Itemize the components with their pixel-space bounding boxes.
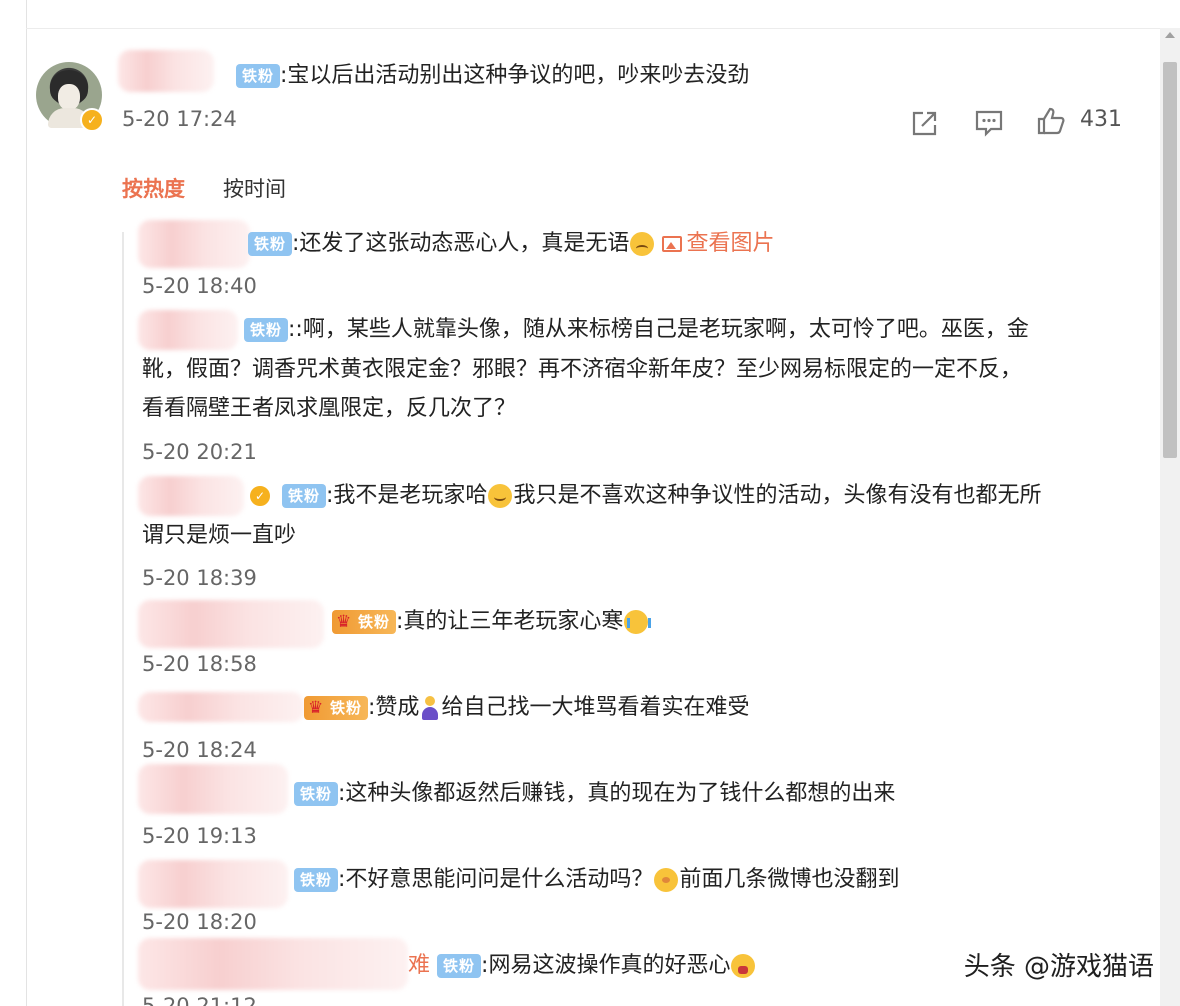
reply-time: 5-20 18:40 <box>142 274 257 298</box>
blurred-username <box>138 600 324 648</box>
sad-face-emoji-icon <box>630 232 655 256</box>
reply-text-part2: 前面几条微博也没翻到 <box>679 867 900 892</box>
main-comment-row: 铁粉:宝以后出活动别出这种争议的吧，吵来吵去没劲 <box>236 62 749 90</box>
view-image-label: 查看图片 <box>686 231 775 256</box>
blush-emoji-icon <box>654 868 679 892</box>
fan-badge[interactable]: 铁粉 <box>236 64 281 88</box>
fan-badge[interactable]: 铁粉 <box>282 484 327 508</box>
scroll-up-arrow-icon[interactable] <box>1165 32 1175 38</box>
tab-sort-hot[interactable]: 按热度 <box>122 177 185 201</box>
reply-text-line3: 看看隔壁王者凤求凰限定，反几次了？ <box>142 396 517 421</box>
reply-text: :网易这波操作真的好恶心 <box>481 953 731 978</box>
reply-text: :这种头像都返然后赚钱，真的现在为了钱什么都想的出来 <box>338 781 896 806</box>
fan-badge[interactable]: 铁粉 <box>437 954 482 978</box>
reply-row: 铁粉:这种头像都返然后赚钱，真的现在为了钱什么都想的出来 <box>294 780 895 808</box>
reply-text-line1: ::啊，某些人就靠头像，随从来标榜自己是老玩家啊，太可怜了吧。巫医，金 <box>288 317 1029 342</box>
fan-badge[interactable]: 铁粉 <box>248 232 293 256</box>
reply-text-line2: 谓只是烦一直吵 <box>142 523 297 548</box>
reply-text-part1: :赞成 <box>368 695 420 720</box>
fan-badge-crown[interactable]: 铁粉 <box>332 610 397 634</box>
reply-text: :还发了这张动态恶心人，真是无语 <box>292 231 630 256</box>
blurred-username <box>138 938 408 990</box>
reply-text-line2: 靴，假面？调香咒术黄衣限定金？邪眼？再不济宿伞新年皮？至少网易标限定的一定不反， <box>142 357 1023 382</box>
verified-badge-icon: ✓ <box>80 108 104 132</box>
reply-text-part2: 我只是不喜欢这种争议性的活动，头像有没有也都无所 <box>513 483 1042 508</box>
panel-top-border <box>26 28 1160 29</box>
blurred-username <box>138 310 238 350</box>
main-comment-text: :宝以后出活动别出这种争议的吧，吵来吵去没劲 <box>280 63 750 88</box>
blurred-username <box>138 220 250 268</box>
reply-thread-line <box>122 232 124 1006</box>
fan-badge-crown[interactable]: 铁粉 <box>304 696 369 720</box>
comment-icon[interactable] <box>974 108 1004 138</box>
smile-emoji-icon <box>488 484 513 508</box>
fan-badge[interactable]: 铁粉 <box>294 868 339 892</box>
reply-text: :真的让三年老玩家心寒 <box>396 609 624 634</box>
avatar-face <box>58 84 80 110</box>
fan-badge[interactable]: 铁粉 <box>244 318 289 342</box>
scrollbar-thumb[interactable] <box>1163 62 1177 458</box>
reply-text-part1: :我不是老玩家哈 <box>326 483 488 508</box>
tab-sort-time[interactable]: 按时间 <box>223 177 286 201</box>
reply-row: 难 铁粉:网易这波操作真的好恶心 <box>408 952 756 980</box>
comment-panel: ✓ 铁粉:宝以后出活动别出这种争议的吧，吵来吵去没劲 5-20 17:24 43… <box>0 0 1160 1006</box>
watermark: 头条 @游戏猫语 <box>963 952 1154 982</box>
disgusted-emoji-icon <box>731 954 756 978</box>
image-icon <box>662 236 683 252</box>
reply-time: 5-20 20:21 <box>142 440 257 464</box>
person-emoji-icon <box>420 696 440 720</box>
verified-badge-icon: ✓ <box>248 484 272 508</box>
like-count: 431 <box>1080 107 1122 132</box>
reply-row: 铁粉:赞成给自己找一大堆骂看着实在难受 <box>304 694 749 722</box>
blurred-username <box>138 860 288 908</box>
blurred-username <box>138 764 288 814</box>
reply-time: 5-20 18:24 <box>142 738 257 762</box>
thumbs-up-icon[interactable] <box>1036 106 1066 136</box>
reply-time: 5-20 19:13 <box>142 824 257 848</box>
crying-emoji-icon <box>624 610 652 634</box>
blurred-username <box>138 476 244 516</box>
fan-badge[interactable]: 铁粉 <box>294 782 339 806</box>
blurred-username <box>138 692 304 722</box>
blurred-username <box>118 50 214 92</box>
reply-text-part1: :不好意思能问问是什么活动吗？ <box>338 867 654 892</box>
reply-row: 铁粉:我不是老玩家哈 我只是不喜欢这种争议性的活动，头像有没有也都无所 <box>282 482 1041 510</box>
view-image-link[interactable]: 查看图片 <box>662 231 774 256</box>
panel-left-border <box>26 0 27 1006</box>
sort-tabs: 按热度 按时间 <box>122 173 286 203</box>
reply-text-part2: 给自己找一大堆骂看着实在难受 <box>441 695 750 720</box>
reply-time: 5-20 21:12 <box>142 994 257 1006</box>
reply-time: 5-20 18:20 <box>142 910 257 934</box>
reply-row: 铁粉:不好意思能问问是什么活动吗？ 前面几条微博也没翻到 <box>294 866 899 894</box>
reply-name-suffix: 难 <box>408 953 431 978</box>
reply-time: 5-20 18:58 <box>142 652 257 676</box>
main-comment-time: 5-20 17:24 <box>122 107 237 131</box>
vertical-scrollbar[interactable] <box>1160 28 1180 1006</box>
reply-row: 铁粉::啊，某些人就靠头像，随从来标榜自己是老玩家啊，太可怜了吧。巫医，金 <box>244 316 1029 344</box>
share-icon[interactable] <box>910 108 940 138</box>
reply-time: 5-20 18:39 <box>142 566 257 590</box>
reply-row: 铁粉:真的让三年老玩家心寒 <box>332 608 652 636</box>
reply-row: 铁粉:还发了这张动态恶心人，真是无语 查看图片 <box>248 230 774 258</box>
